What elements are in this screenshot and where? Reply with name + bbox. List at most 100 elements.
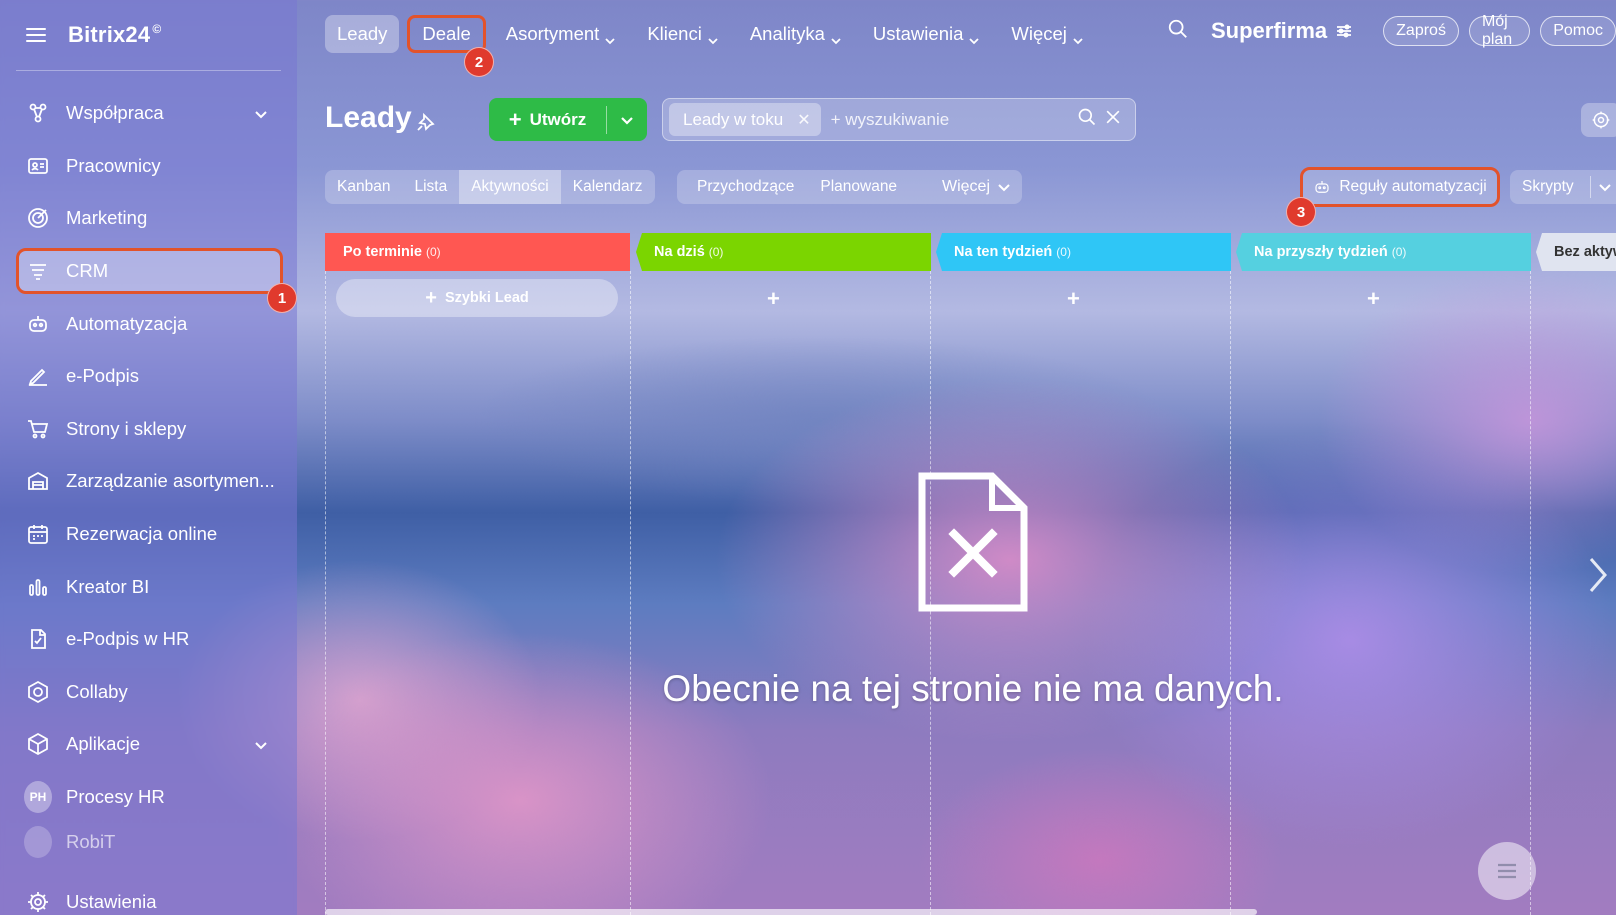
column-header-next-week[interactable]: Na przyszły tydzień (0) [1236, 233, 1531, 271]
create-dropdown-button[interactable] [607, 113, 647, 127]
sidebar-item-kreator-bi[interactable]: Kreator BI [0, 560, 297, 613]
sidebar-item-epodpis[interactable]: e-Podpis [0, 350, 297, 403]
column-header-overdue[interactable]: Po terminie (0) [325, 233, 630, 271]
counter-przychodzace[interactable]: Przychodzące [677, 178, 794, 196]
tab-klienci[interactable]: Klienci [635, 15, 730, 53]
chevron-down-icon [998, 184, 1010, 192]
sidebar-item-pracownicy[interactable]: Pracownicy [0, 140, 297, 193]
tab-ustawienia[interactable]: Ustawienia [861, 15, 992, 53]
ph-badge-icon: PH [24, 781, 52, 814]
menu-icon[interactable] [26, 27, 48, 43]
column-header-no-activity[interactable]: Bez aktyw [1536, 233, 1616, 271]
divider [1589, 176, 1591, 198]
sidebar-item-collaby[interactable]: Collaby [0, 666, 297, 719]
sidebar-item-epodpis-hr[interactable]: e-Podpis w HR [0, 613, 297, 666]
sidebar-item-automatyzacja[interactable]: Automatyzacja [0, 297, 297, 350]
tab-leady[interactable]: Leady [325, 15, 400, 53]
empty-document-icon [918, 472, 1028, 612]
sidebar-item-label: Kreator BI [66, 575, 150, 597]
brand-logo[interactable]: Bitrix24 © [68, 22, 161, 48]
sidebar-item-label: Automatyzacja [66, 312, 188, 334]
sidebar-item-label: RobiT [66, 831, 116, 853]
sidebar-item-marketing[interactable]: Marketing [0, 192, 297, 245]
callout-badge-2: 2 [464, 47, 494, 77]
quick-lead-button[interactable]: + Szybki Lead [336, 279, 618, 317]
search-icon[interactable] [1167, 18, 1189, 45]
chevron-down-icon [831, 29, 841, 45]
tab-analityka[interactable]: Analityka [738, 15, 853, 53]
clear-icon[interactable] [1103, 107, 1123, 132]
chevron-down-icon [1073, 29, 1083, 45]
view-kanban[interactable]: Kanban [325, 170, 402, 204]
crm-top-tabs: Leady Deale Asortyment Klienci Analityka… [325, 15, 1103, 53]
crm-icon [24, 257, 52, 285]
chevron-right-icon[interactable] [1586, 555, 1610, 595]
column-header-this-week[interactable]: Na ten tydzień (0) [936, 233, 1231, 271]
automation-rules-button[interactable]: Reguły automatyzacji [1300, 167, 1500, 207]
pin-icon[interactable] [416, 112, 436, 132]
chevron-down-icon [969, 29, 980, 45]
robot-icon [1315, 181, 1329, 193]
my-plan-button[interactable]: Mój plan [1468, 13, 1531, 48]
sidebar-item-label: e-Podpis w HR [66, 628, 190, 650]
add-activity-this-week-button[interactable]: + [1067, 286, 1080, 312]
sidebar-item-crm[interactable]: CRM [0, 245, 297, 298]
column-divider [1530, 271, 1531, 915]
top-right-area: Superfirma Zaproś Mój plan Pomoc [1167, 13, 1616, 48]
company-name[interactable]: Superfirma [1211, 18, 1327, 44]
search-input[interactable]: + wyszukiwanie [831, 110, 1077, 130]
list-menu-button[interactable] [1478, 842, 1536, 900]
counter-planowane[interactable]: Planowane [794, 178, 897, 196]
column-divider [325, 271, 326, 915]
add-activity-today-button[interactable]: + [767, 286, 780, 312]
chevron-down-icon [605, 29, 615, 45]
sidebar-item-strony[interactable]: Strony i sklepy [0, 403, 297, 456]
help-button[interactable]: Pomoc [1540, 16, 1616, 46]
view-switcher: Kanban Lista Aktywności Kalendarz [325, 170, 655, 204]
plus-icon: + [508, 106, 522, 132]
scripts-button[interactable]: Skrypty [1510, 170, 1616, 204]
invite-button[interactable]: Zaproś [1383, 16, 1459, 46]
tab-asortyment[interactable]: Asortyment [494, 15, 628, 53]
filter-search-box[interactable]: Leady w toku ✕ + wyszukiwanie [662, 98, 1136, 141]
search-icon[interactable] [1077, 107, 1097, 132]
chevron-down-icon [708, 29, 718, 45]
chevron-down-icon[interactable] [253, 736, 269, 752]
sidebar-item-rezerwacja[interactable]: Rezerwacja online [0, 508, 297, 561]
callout-badge-1: 1 [267, 283, 297, 313]
top-bar: Leady Deale Asortyment Klienci Analityka… [297, 0, 1616, 70]
counter-more-button[interactable]: Więcej [942, 178, 1010, 196]
cart-icon [24, 415, 52, 443]
callout-badge-3: 3 [1286, 197, 1316, 227]
sidebar-item-robit[interactable]: RobiT [0, 823, 297, 861]
gear-icon [1592, 111, 1610, 129]
view-aktywnosci[interactable]: Aktywności [459, 170, 561, 204]
create-main-button[interactable]: + Utwórz [489, 107, 606, 133]
sidebar-item-label: Ustawienia [66, 890, 157, 912]
horizontal-scrollbar[interactable] [325, 909, 1257, 915]
view-lista[interactable]: Lista [402, 170, 459, 204]
sidebar-item-label: Strony i sklepy [66, 417, 187, 439]
close-icon[interactable]: ✕ [797, 110, 810, 130]
filter-chip[interactable]: Leady w toku ✕ [669, 103, 821, 136]
sidebar-item-aplikacje[interactable]: Aplikacje [0, 718, 297, 771]
plus-icon: + [425, 286, 437, 309]
sidebar-item-ustawienia[interactable]: Ustawienia [0, 875, 297, 915]
calendar-icon [24, 520, 52, 548]
chevron-down-icon[interactable] [253, 105, 269, 121]
create-button[interactable]: + Utwórz [489, 98, 647, 141]
column-header-today[interactable]: Na dziś (0) [636, 233, 931, 271]
sidebar-item-procesy-hr[interactable]: PH Procesy HR [0, 771, 297, 824]
settings-gear-button[interactable] [1581, 103, 1616, 137]
sidebar-item-wspolpraca[interactable]: Współpraca [0, 87, 297, 140]
tab-wiecej[interactable]: Więcej [999, 15, 1095, 53]
sidebar-item-label: Procesy HR [66, 786, 165, 808]
sliders-icon[interactable] [1335, 22, 1353, 40]
view-kalendarz[interactable]: Kalendarz [561, 170, 655, 204]
add-activity-next-week-button[interactable]: + [1367, 286, 1380, 312]
warehouse-icon [24, 467, 52, 495]
sidebar-item-label: Collaby [66, 680, 128, 702]
robot-icon [24, 310, 52, 338]
sidebar-item-asortyment[interactable]: Zarządzanie asortymen... [0, 455, 297, 508]
collaby-icon [24, 678, 52, 706]
